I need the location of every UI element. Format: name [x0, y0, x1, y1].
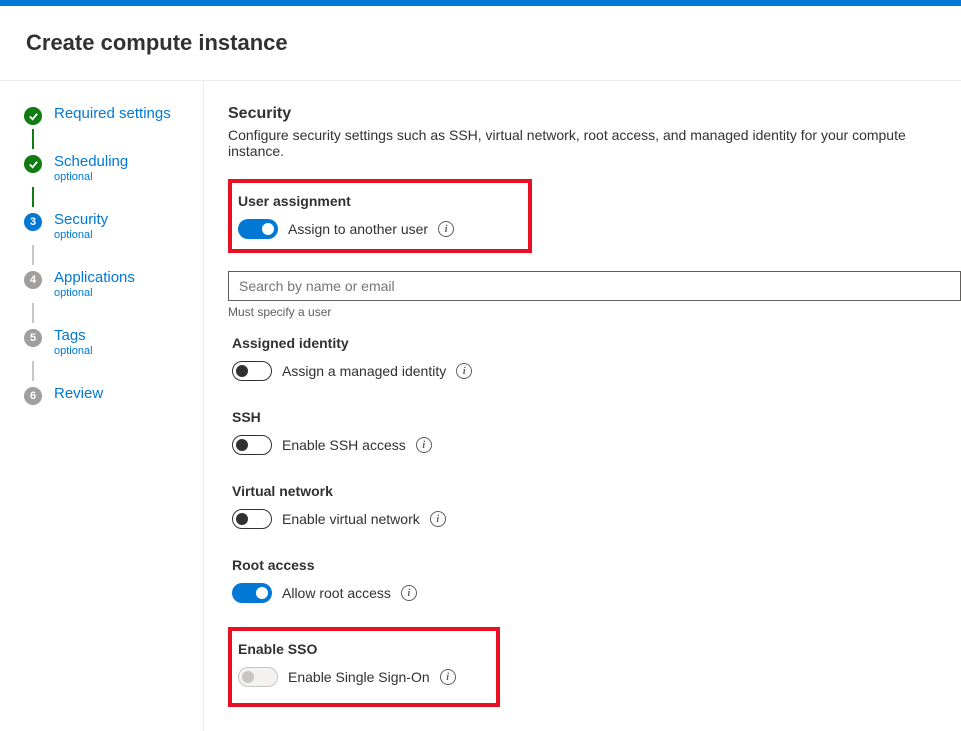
step-connector — [32, 187, 34, 207]
sidebar-item-label: Applications — [54, 269, 135, 286]
assigned-identity-heading: Assigned identity — [232, 335, 957, 351]
main-panel: Security Configure security settings suc… — [204, 81, 961, 731]
info-icon[interactable]: i — [430, 511, 446, 527]
toggle-label: Enable SSH access — [282, 437, 406, 453]
sidebar-item-sub: optional — [54, 229, 108, 241]
toggle-label: Assign to another user — [288, 221, 428, 237]
sidebar-item-label: Tags — [54, 327, 93, 344]
highlight-user-assignment: User assignment Assign to another user i — [228, 179, 532, 253]
sidebar-item-label: Scheduling — [54, 153, 128, 170]
sidebar-item-review[interactable]: 6 Review — [24, 385, 203, 409]
page-title: Create compute instance — [0, 6, 961, 80]
toggle-managed-identity[interactable] — [232, 361, 272, 381]
step-connector — [32, 245, 34, 265]
vnet-heading: Virtual network — [232, 483, 957, 499]
step-connector — [32, 303, 34, 323]
toggle-assign-another-user[interactable] — [238, 219, 278, 239]
info-icon[interactable]: i — [456, 363, 472, 379]
toggle-label: Assign a managed identity — [282, 363, 446, 379]
step-number-icon: 5 — [24, 329, 42, 347]
checkmark-icon — [24, 107, 42, 125]
info-icon[interactable]: i — [401, 585, 417, 601]
step-number-icon: 4 — [24, 271, 42, 289]
info-icon[interactable]: i — [440, 669, 456, 685]
sidebar-item-label: Review — [54, 385, 103, 402]
ssh-heading: SSH — [232, 409, 957, 425]
section-title: Security — [228, 105, 961, 123]
highlight-enable-sso: Enable SSO Enable Single Sign-On i — [228, 627, 500, 707]
toggle-enable-ssh[interactable] — [232, 435, 272, 455]
info-icon[interactable]: i — [416, 437, 432, 453]
sidebar-item-required-settings[interactable]: Required settings — [24, 105, 203, 129]
toggle-label: Enable Single Sign-On — [288, 669, 430, 685]
sidebar-item-tags[interactable]: 5 Tags optional — [24, 327, 203, 361]
info-icon[interactable]: i — [438, 221, 454, 237]
sidebar-item-security[interactable]: 3 Security optional — [24, 211, 203, 245]
user-assignment-heading: User assignment — [238, 193, 454, 209]
sidebar-item-label: Security — [54, 211, 108, 228]
checkmark-icon — [24, 155, 42, 173]
root-heading: Root access — [232, 557, 957, 573]
sidebar-item-label: Required settings — [54, 105, 171, 122]
toggle-label: Enable virtual network — [282, 511, 420, 527]
sso-heading: Enable SSO — [238, 641, 456, 657]
step-connector — [32, 361, 34, 381]
sidebar-item-scheduling[interactable]: Scheduling optional — [24, 153, 203, 187]
sidebar-item-sub: optional — [54, 171, 128, 183]
sidebar: Required settings Scheduling optional 3 … — [0, 81, 204, 731]
toggle-enable-sso — [238, 667, 278, 687]
step-connector — [32, 129, 34, 149]
toggle-allow-root[interactable] — [232, 583, 272, 603]
step-number-icon: 6 — [24, 387, 42, 405]
user-search-input[interactable] — [228, 271, 961, 301]
toggle-enable-vnet[interactable] — [232, 509, 272, 529]
sidebar-item-sub: optional — [54, 287, 135, 299]
sidebar-item-sub: optional — [54, 345, 93, 357]
toggle-label: Allow root access — [282, 585, 391, 601]
sidebar-item-applications[interactable]: 4 Applications optional — [24, 269, 203, 303]
section-desc: Configure security settings such as SSH,… — [228, 127, 961, 159]
step-number-icon: 3 — [24, 213, 42, 231]
helper-text: Must specify a user — [228, 305, 961, 319]
